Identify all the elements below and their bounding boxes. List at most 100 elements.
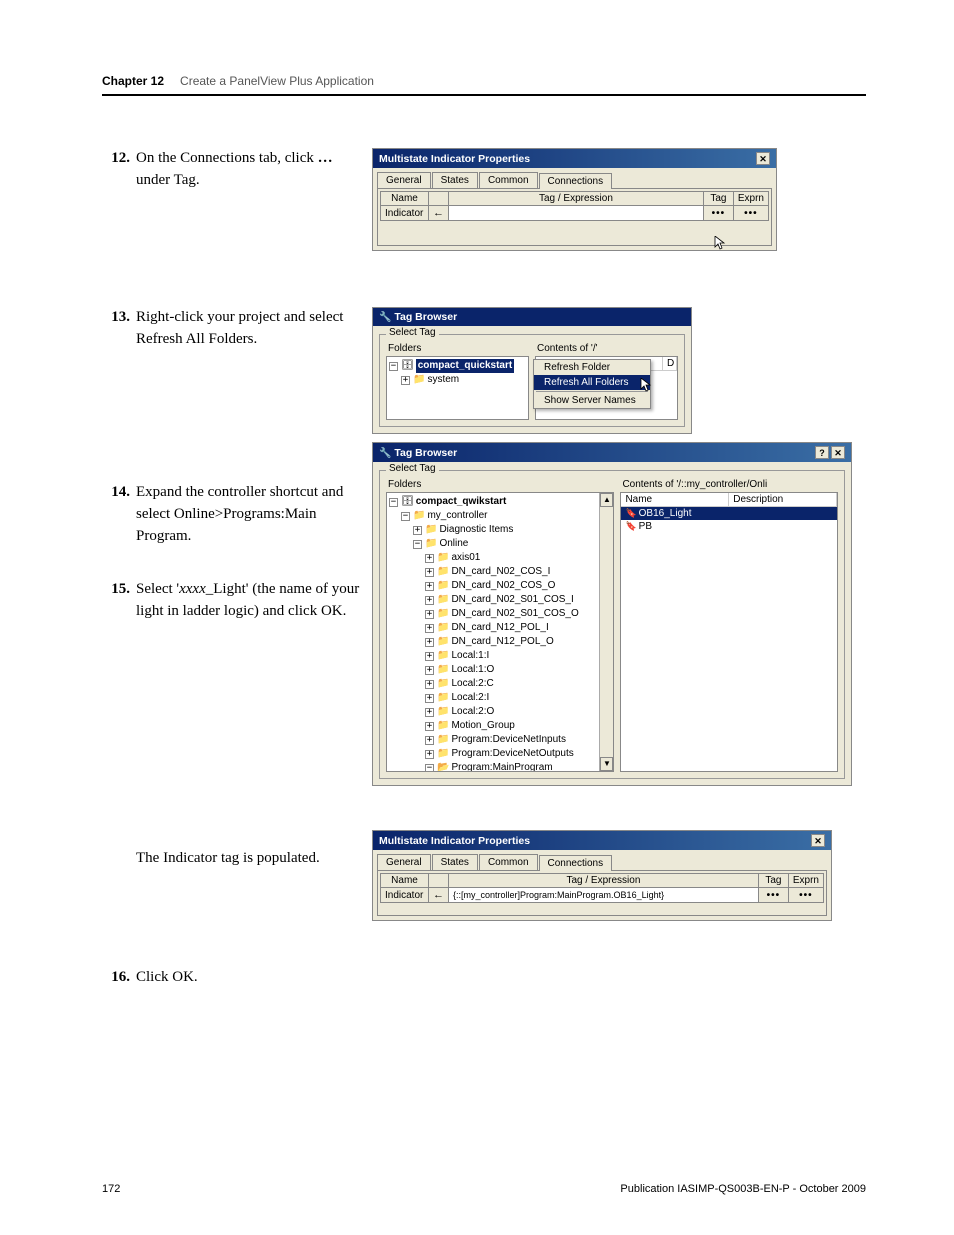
page-footer: 172 Publication IASIMP-QS003B-EN-P - Oct… [102, 1183, 866, 1195]
tree-item[interactable]: + Local:2:C [389, 677, 597, 691]
close-icon[interactable]: ✕ [831, 446, 845, 459]
tab-common[interactable]: Common [479, 854, 538, 870]
tree-root[interactable]: − compact_qwikstart [389, 495, 597, 509]
expand-icon[interactable]: + [425, 750, 434, 759]
expand-icon[interactable]: + [425, 680, 434, 689]
help-icon[interactable]: ? [815, 446, 829, 459]
tree-item-label: Diagnostic Items [439, 523, 513, 537]
tree-item[interactable]: + Local:2:O [389, 705, 597, 719]
row-indicator-label: Indicator [381, 888, 429, 903]
tab-general[interactable]: General [377, 854, 431, 870]
col-name: Name [381, 192, 429, 206]
col-name: Name [381, 874, 429, 888]
tag-ellipsis-button[interactable]: ••• [758, 888, 788, 903]
close-icon[interactable]: ✕ [756, 152, 770, 165]
expand-icon[interactable]: + [425, 694, 434, 703]
project-icon [401, 359, 414, 373]
collapse-icon[interactable]: − [389, 498, 398, 507]
tree-controller[interactable]: − my_controller [389, 509, 597, 523]
ellipsis-icon: ••• [799, 890, 813, 901]
tag-expression-cell[interactable] [449, 206, 704, 221]
expand-icon[interactable]: + [425, 554, 434, 563]
scroll-down-icon[interactable]: ▼ [600, 757, 613, 771]
expand-icon[interactable]: + [401, 376, 410, 385]
expand-icon[interactable]: + [425, 624, 434, 633]
folder-icon [425, 523, 437, 537]
tree-item[interactable]: + Local:2:I [389, 691, 597, 705]
menu-show-server-names[interactable]: Show Server Names [534, 393, 650, 408]
scroll-up-icon[interactable]: ▲ [600, 493, 613, 507]
tab-general[interactable]: General [377, 172, 431, 188]
folders-panel[interactable]: − compact_quickstart + system [386, 356, 529, 420]
tree-item-label: Local:2:C [451, 677, 493, 691]
tree-item-label: DN_card_N02_S01_COS_O [451, 607, 578, 621]
collapse-icon[interactable]: − [413, 540, 422, 549]
tree-diag[interactable]: + Diagnostic Items [389, 523, 597, 537]
arrow-cell [429, 888, 449, 903]
list-item-pb[interactable]: PB [621, 520, 837, 533]
collapse-icon[interactable]: − [425, 764, 434, 772]
tree-item[interactable]: + DN_card_N02_COS_O [389, 579, 597, 593]
connections-table: Name Tag / Expression Tag Exprn Indicato… [380, 191, 769, 221]
collapse-icon[interactable]: − [401, 512, 410, 521]
tree-item-label: Local:1:I [451, 649, 489, 663]
tab-connections[interactable]: Connections [539, 173, 613, 189]
list-item-ob16-light[interactable]: OB16_Light [621, 507, 837, 520]
expand-icon[interactable]: + [425, 666, 434, 675]
expand-icon[interactable]: + [425, 708, 434, 717]
connections-table: Name Tag / Expression Tag Exprn Indicato… [380, 873, 824, 903]
tree-item[interactable]: + Local:1:I [389, 649, 597, 663]
tag-expression-cell[interactable]: {::[my_controller]Program:MainProgram.OB… [449, 888, 759, 903]
expand-icon[interactable]: + [425, 652, 434, 661]
dialog-multistate-indicator-2: Multistate Indicator Properties ✕ Genera… [372, 830, 832, 921]
tab-common[interactable]: Common [479, 172, 538, 188]
tag-icon [625, 508, 636, 519]
expand-icon[interactable]: + [425, 582, 434, 591]
expand-icon[interactable]: + [425, 610, 434, 619]
cursor-icon [714, 236, 728, 252]
expand-icon[interactable]: + [413, 526, 422, 535]
tree-item[interactable]: + Motion_Group [389, 719, 597, 733]
step-text: Click OK. [136, 967, 362, 989]
tree-item-label: Motion_Group [451, 719, 514, 733]
tree-item[interactable]: + DN_card_N02_S01_COS_I [389, 593, 597, 607]
tree-item-label: system [427, 373, 459, 387]
expand-icon[interactable]: + [425, 568, 434, 577]
tree-item[interactable]: + DN_card_N02_S01_COS_O [389, 607, 597, 621]
tree-item[interactable]: + Program:DeviceNetInputs [389, 733, 597, 747]
expand-icon[interactable]: + [425, 736, 434, 745]
tree-item[interactable]: + DN_card_N12_POL_I [389, 621, 597, 635]
expand-icon[interactable]: + [425, 596, 434, 605]
tag-ellipsis-button[interactable]: ••• [703, 206, 733, 221]
tree-item-system[interactable]: + system [389, 373, 526, 387]
collapse-icon[interactable]: − [389, 362, 398, 371]
tree-item[interactable]: + Local:1:O [389, 663, 597, 677]
scrollbar[interactable]: ▲ ▼ [599, 493, 613, 771]
step-number: 14. [102, 482, 136, 547]
expand-icon[interactable]: + [425, 722, 434, 731]
tree-item-label: Local:2:I [451, 691, 489, 705]
dialog-title: Multistate Indicator Properties [379, 153, 530, 165]
tree-main-program[interactable]: − Program:MainProgram [389, 761, 597, 771]
menu-refresh-folder[interactable]: Refresh Folder [534, 360, 650, 375]
tree-item[interactable]: + DN_card_N12_POL_O [389, 635, 597, 649]
tree-item[interactable]: + DN_card_N02_COS_I [389, 565, 597, 579]
col-exprn: Exprn [788, 874, 823, 888]
folders-panel[interactable]: − compact_qwikstart − my_controller + Di… [386, 492, 614, 772]
tab-states[interactable]: States [432, 172, 478, 188]
close-icon[interactable]: ✕ [811, 834, 825, 847]
exprn-ellipsis-button[interactable]: ••• [788, 888, 823, 903]
tree-item[interactable]: + axis01 [389, 551, 597, 565]
tab-states[interactable]: States [432, 854, 478, 870]
tab-connections[interactable]: Connections [539, 855, 613, 871]
exprn-ellipsis-button[interactable]: ••• [733, 206, 768, 221]
tree-root[interactable]: − compact_quickstart [389, 359, 526, 373]
menu-refresh-all-folders[interactable]: Refresh All Folders [534, 375, 650, 390]
step-15: 15. Select 'xxxx_Light' (the name of you… [102, 579, 362, 623]
expand-icon[interactable]: + [425, 638, 434, 647]
tree-item-label: Program:DeviceNetInputs [451, 733, 566, 747]
tree-root-label: compact_qwikstart [416, 495, 507, 509]
tree-item[interactable]: + Program:DeviceNetOutputs [389, 747, 597, 761]
contents-panel[interactable]: Name Description OB16_Light PB [620, 492, 838, 772]
tree-online[interactable]: − Online [389, 537, 597, 551]
